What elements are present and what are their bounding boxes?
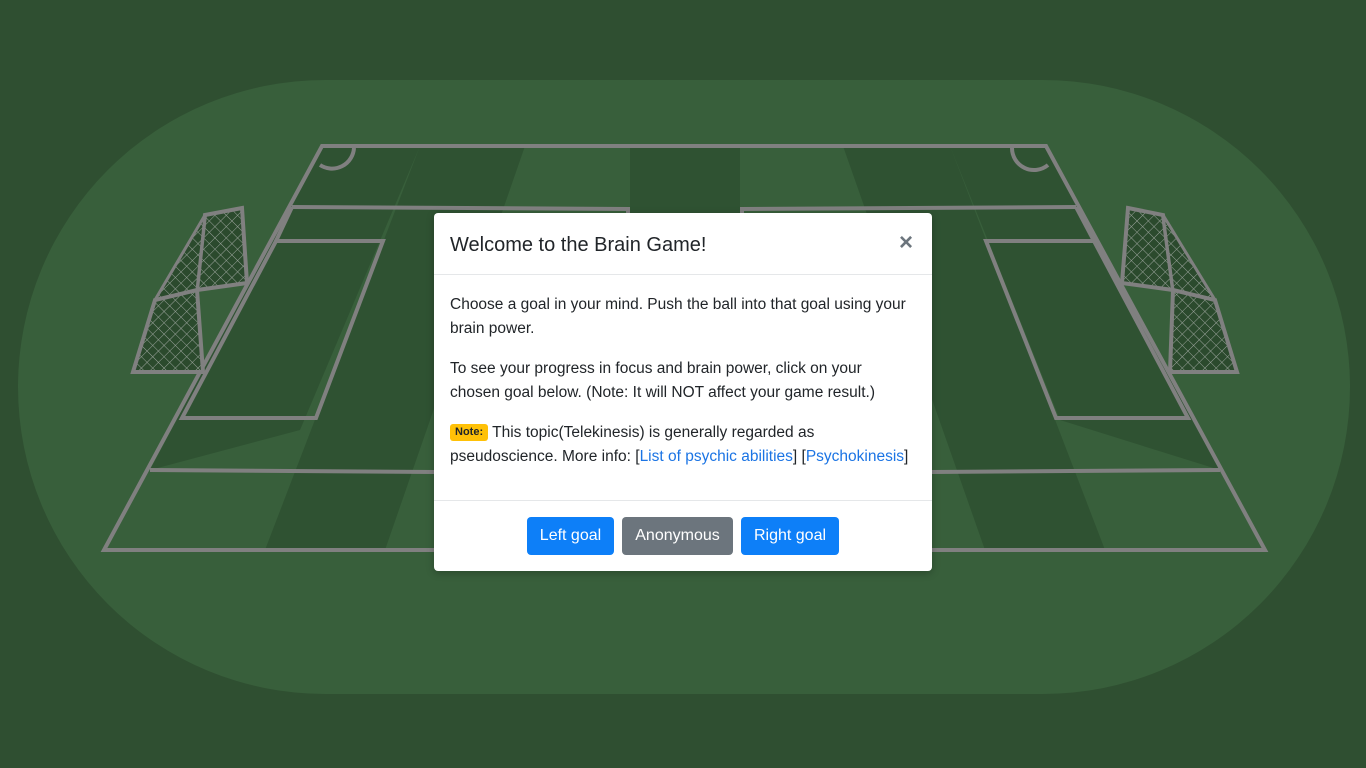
pseudoscience-note: Note: This topic(Telekinesis) is general… bbox=[450, 421, 916, 469]
modal-header: Welcome to the Brain Game! × bbox=[434, 213, 932, 275]
progress-info-text: To see your progress in focus and brain … bbox=[450, 360, 876, 401]
left-goal-button[interactable]: Left goal bbox=[527, 517, 614, 555]
note-badge: Note: bbox=[450, 424, 489, 441]
right-goal-button[interactable]: Right goal bbox=[741, 517, 839, 555]
note-closing-bracket: ] bbox=[904, 448, 909, 465]
welcome-modal: Welcome to the Brain Game! × Choose a go… bbox=[434, 213, 932, 571]
psychic-abilities-link[interactable]: List of psychic abilities bbox=[640, 448, 793, 465]
modal-title: Welcome to the Brain Game! bbox=[450, 234, 707, 256]
modal-body: Choose a goal in your mind. Push the bal… bbox=[450, 293, 916, 485]
instruction-text: Choose a goal in your mind. Push the bal… bbox=[450, 296, 906, 337]
anonymous-button[interactable]: Anonymous bbox=[622, 517, 733, 555]
close-button[interactable]: × bbox=[894, 231, 918, 255]
psychokinesis-link[interactable]: Psychokinesis bbox=[806, 448, 904, 465]
modal-footer: Left goal Anonymous Right goal bbox=[434, 500, 932, 571]
note-separator: ] [ bbox=[792, 448, 806, 465]
